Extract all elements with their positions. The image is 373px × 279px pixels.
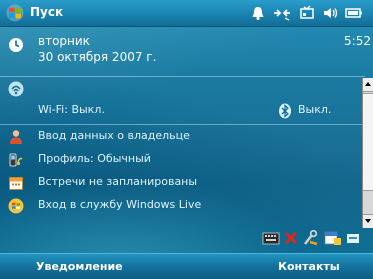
connectivity-icon[interactable] — [272, 5, 292, 21]
battery-icon[interactable] — [345, 5, 363, 21]
status-icons — [251, 4, 363, 22]
date-label: 30 октября 2007 г. — [38, 50, 157, 64]
date-panel[interactable]: вторник 30 октября 2007 г. 5:52 — [0, 30, 373, 74]
tools-icon[interactable] — [302, 230, 320, 246]
weekday-label: вторник — [38, 34, 90, 48]
today-screen: Пуск вторник 30 октября 2007 г. 5:52 Wi-… — [0, 0, 373, 279]
appointments-item[interactable]: Встречи не запланированы — [0, 172, 363, 194]
scroll-up-button[interactable] — [363, 78, 373, 92]
appointments-label: Встречи не запланированы — [38, 175, 198, 188]
wifi-status-item[interactable]: Wi-Fi: Выкл. Выкл. — [0, 100, 363, 122]
arrow-down-icon — [365, 219, 371, 223]
calendar-tray-icon[interactable] — [324, 230, 342, 246]
time-label: 5:52 — [344, 34, 371, 48]
profile-phone-icon — [9, 153, 23, 167]
title-bar: Пуск — [0, 0, 373, 27]
windows-live-item[interactable]: Вход в службу Windows Live — [0, 195, 363, 217]
owner-info-item[interactable]: Ввод данных о владельце — [0, 126, 363, 148]
softkey-notification[interactable]: Уведомление — [36, 260, 123, 273]
softkey-bar: Уведомление Контакты — [0, 253, 373, 279]
arrow-up-icon — [365, 82, 371, 86]
bluetooth-status-label: Выкл. — [298, 103, 332, 116]
wifi-status-label: Wi-Fi: Выкл. — [38, 103, 105, 116]
windows-flag-icon[interactable] — [6, 4, 24, 22]
start-menu-label[interactable]: Пуск — [30, 5, 63, 19]
calendar-icon — [9, 177, 23, 190]
vertical-scrollbar[interactable] — [362, 78, 373, 228]
windows-live-icon — [8, 198, 24, 214]
keyboard-icon[interactable] — [262, 230, 280, 246]
signal-icon[interactable] — [299, 5, 315, 21]
softkey-contacts[interactable]: Контакты — [278, 260, 340, 273]
wireless-manager-item[interactable] — [0, 78, 363, 100]
windows-live-label: Вход в службу Windows Live — [38, 198, 202, 211]
divider — [0, 124, 363, 125]
scroll-down-button[interactable] — [363, 214, 373, 228]
profile-item[interactable]: Профиль: Обычный — [0, 149, 363, 171]
sync-icon[interactable] — [346, 230, 360, 246]
tray-icons — [262, 229, 360, 247]
pen-x-icon[interactable] — [284, 230, 298, 246]
profile-label: Профиль: Обычный — [38, 152, 151, 165]
clock-icon — [9, 38, 23, 52]
bluetooth-icon — [279, 103, 291, 119]
owner-person-icon — [10, 130, 22, 144]
scroll-thumb[interactable] — [363, 93, 373, 191]
wireless-icon — [8, 81, 24, 97]
volume-icon[interactable] — [322, 5, 338, 21]
owner-info-label: Ввод данных о владельце — [38, 129, 190, 142]
divider — [0, 76, 365, 77]
alarm-bell-icon[interactable] — [251, 5, 265, 21]
